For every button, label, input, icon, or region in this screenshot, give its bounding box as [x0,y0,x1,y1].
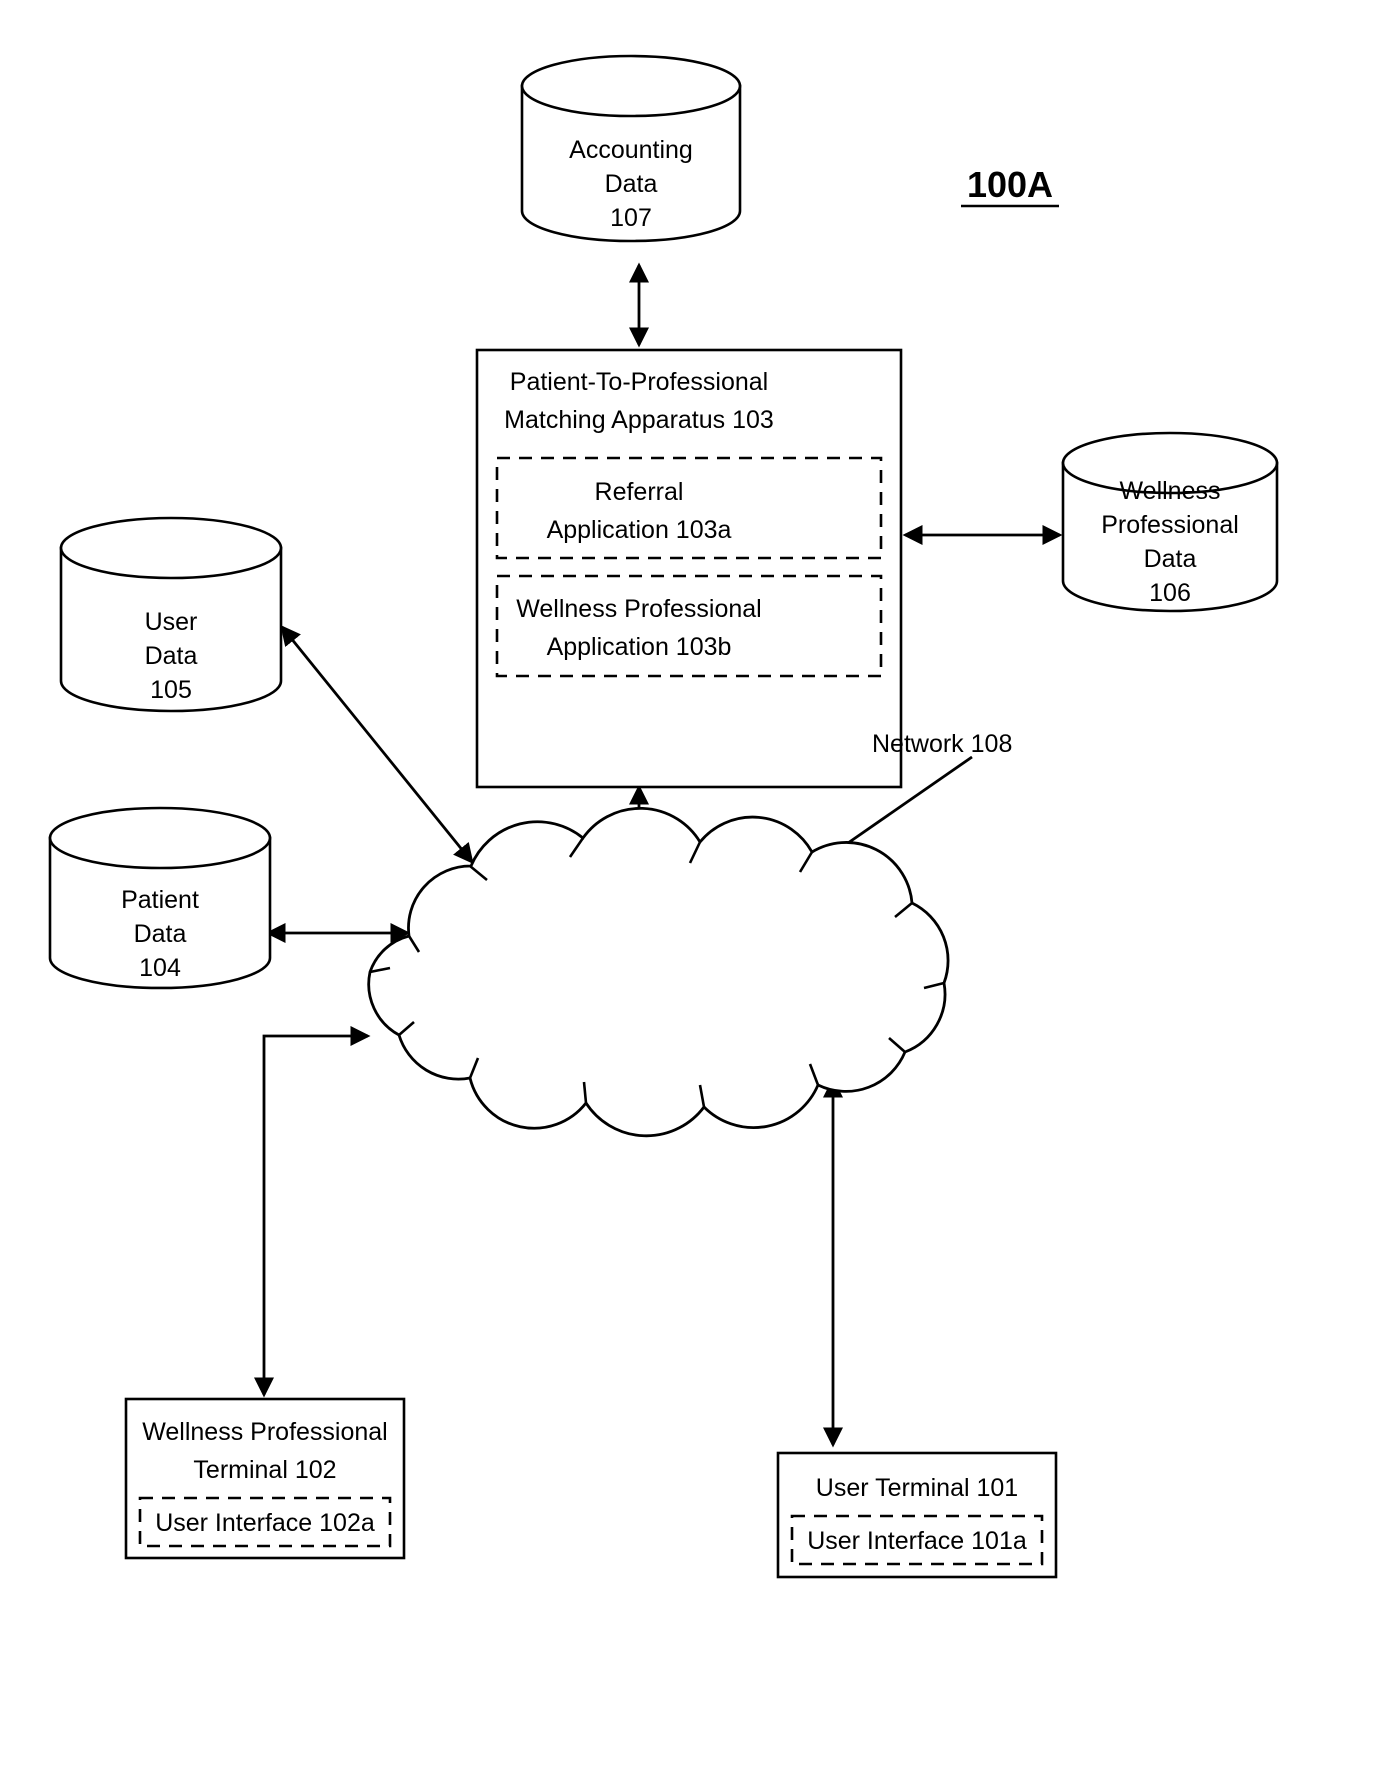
connector-network-wp-terminal [253,1025,371,1398]
accounting-data-line-2: Data [605,170,658,198]
wellness-professional-data-store: Wellness Professional Data 106 [1061,431,1279,613]
user-interface-102a-label: User Interface 102a [155,1509,375,1537]
figure-label: 100A [967,164,1053,205]
wellness-professional-data-line-4: 106 [1149,579,1191,607]
network-label: Network 108 [872,730,1012,758]
matching-apparatus-title-line-2: Matching Apparatus 103 [504,406,774,434]
wellness-professional-data-line-1: Wellness [1120,477,1221,505]
referral-application-line-1: Referral [595,478,684,506]
accounting-data-line-1: Accounting [569,136,693,164]
user-terminal-line-1: User Terminal 101 [816,1474,1018,1502]
wellness-professional-terminal-line-1: Wellness Professional [142,1418,387,1446]
patient-data-line-2: Data [134,920,187,948]
matching-apparatus-title-line-1: Patient-To-Professional [510,368,768,396]
accounting-data-cylinder-top [520,54,742,118]
user-terminal: User Terminal 101 User Interface 101a [776,1451,1058,1579]
user-interface-101a-label: User Interface 101a [807,1527,1027,1555]
patient-data-cylinder-top [48,806,272,870]
figure-100a-diagram: Accounting Data 107 100A Patient-To-Prof… [0,0,1383,1767]
patient-data-line-1: Patient [121,886,199,914]
wellness-professional-application-line-1: Wellness Professional [516,595,761,623]
wellness-professional-application-line-2: Application 103b [547,633,732,661]
wellness-professional-terminal: Wellness Professional Terminal 102 User … [124,1397,406,1560]
patient-to-professional-matching-apparatus: Patient-To-Professional Matching Apparat… [475,348,903,789]
diagram-canvas: Accounting Data 107 100A Patient-To-Prof… [48,54,1279,1579]
referral-application-line-2: Application 103a [547,516,732,544]
accounting-data-line-3: 107 [610,204,652,232]
network-cloud [367,807,950,1138]
user-data-line-1: User [145,608,198,636]
network-cloud-shape [367,807,950,1138]
user-data-cylinder-top [59,516,283,580]
patient-data-line-3: 104 [139,954,181,982]
connector-network-user-data [280,625,474,864]
wellness-professional-data-line-2: Professional [1101,511,1239,539]
figure-label-group: 100A [961,164,1059,208]
user-data-store: User Data 105 [59,516,283,713]
user-data-line-3: 105 [150,676,192,704]
wellness-professional-data-line-3: Data [1144,545,1197,573]
accounting-data-store: Accounting Data 107 [520,54,742,243]
patient-data-store: Patient Data 104 [48,806,272,990]
user-data-line-2: Data [145,642,198,670]
wellness-professional-terminal-line-2: Terminal 102 [193,1456,336,1484]
